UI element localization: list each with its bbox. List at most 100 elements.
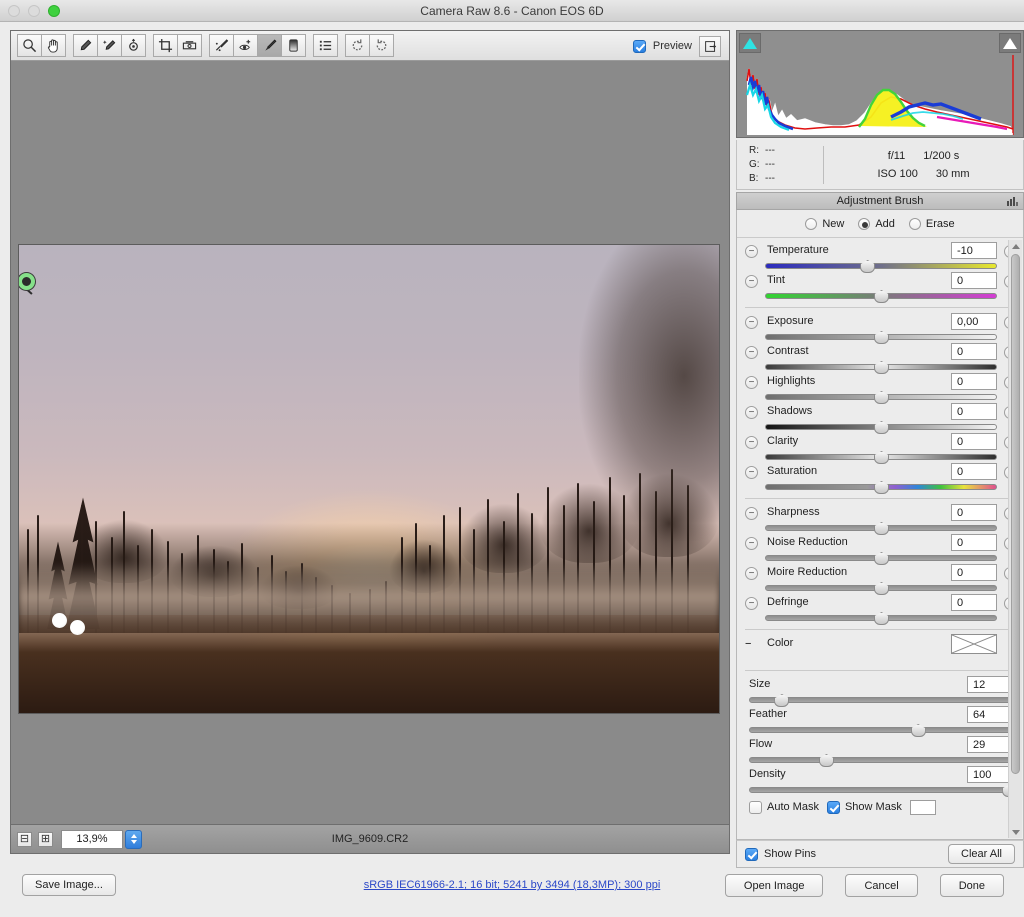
spot-removal-tool-button[interactable] — [209, 34, 234, 57]
show-mask-checkbox[interactable] — [826, 800, 840, 814]
size-track[interactable] — [749, 694, 1013, 707]
tint-track[interactable] — [765, 290, 997, 303]
tool-group-navigation — [17, 34, 66, 57]
scroll-down-arrow-icon[interactable] — [1009, 826, 1022, 838]
contrast-value[interactable]: 0 — [951, 343, 997, 360]
exposure-value[interactable]: 0,00 — [951, 313, 997, 330]
defringe-thumb[interactable] — [874, 612, 889, 625]
defringe-track[interactable] — [765, 612, 997, 625]
tint-thumb[interactable] — [874, 290, 889, 303]
sharpness-decrease-button[interactable]: − — [745, 507, 758, 520]
white-balance-tool-button[interactable] — [73, 34, 98, 57]
flow-value[interactable]: 29 — [967, 736, 1013, 753]
tint-value[interactable]: 0 — [951, 272, 997, 289]
highlights-track[interactable] — [765, 391, 997, 404]
targeted-adjustment-tool-button[interactable] — [121, 34, 146, 57]
straighten-tool-button[interactable] — [177, 34, 202, 57]
panel-scrollbar[interactable] — [1008, 240, 1022, 838]
noise-reduction-value[interactable]: 0 — [951, 534, 997, 551]
brush-mode-new[interactable]: New — [805, 217, 844, 230]
rotate-ccw-tool-button[interactable] — [345, 34, 370, 57]
size-value[interactable]: 12 — [967, 676, 1013, 693]
exposure-decrease-button[interactable]: − — [745, 316, 758, 329]
auto-mask-option[interactable]: Auto Mask — [749, 800, 819, 814]
contrast-decrease-button[interactable]: − — [745, 346, 758, 359]
exif-values: f/11 1/200 s ISO 100 30 mm — [824, 147, 1023, 183]
moire-reduction-track[interactable] — [765, 582, 997, 595]
saturation-decrease-button[interactable]: − — [745, 466, 758, 479]
temperature-decrease-button[interactable]: − — [745, 245, 758, 258]
defringe-decrease-button[interactable]: − — [745, 597, 758, 610]
highlights-decrease-button[interactable]: − — [745, 376, 758, 389]
shadows-value[interactable]: 0 — [951, 403, 997, 420]
clarity-value[interactable]: 0 — [951, 433, 997, 450]
adjustment-brush-pin[interactable] — [19, 273, 35, 290]
flow-track[interactable] — [749, 754, 1013, 767]
show-pins-checkbox[interactable] — [745, 847, 758, 861]
mask-color-swatch[interactable] — [909, 799, 936, 815]
done-button[interactable]: Done — [939, 874, 1004, 897]
highlight-clipping-button[interactable] — [999, 33, 1021, 53]
color-decrease-button[interactable]: − — [745, 638, 751, 650]
clarity-track[interactable] — [765, 451, 997, 464]
shadows-decrease-button[interactable]: − — [745, 406, 758, 419]
radio-new[interactable] — [805, 217, 818, 230]
highlights-value[interactable]: 0 — [951, 373, 997, 390]
camera-raw-window: Camera Raw 8.6 - Canon EOS 6D Preview ⊟ … — [0, 0, 1024, 917]
auto-mask-checkbox[interactable] — [749, 800, 762, 814]
empty-crossed-swatch-icon[interactable] — [951, 634, 997, 654]
hand-tool-button[interactable] — [41, 34, 66, 57]
contrast-track[interactable] — [765, 361, 997, 374]
brush-mode-erase[interactable]: Erase — [908, 217, 955, 230]
show-mask-option[interactable]: Show Mask — [826, 800, 902, 814]
graduated-filter-tool-button[interactable] — [281, 34, 306, 57]
preview-checkbox[interactable] — [632, 39, 646, 53]
density-track[interactable] — [749, 784, 1018, 797]
clear-all-button[interactable]: Clear All — [948, 844, 1015, 864]
density-value[interactable]: 100 — [967, 766, 1013, 783]
feather-value[interactable]: 64 — [967, 706, 1013, 723]
crop-tool-button[interactable] — [153, 34, 178, 57]
slider-moire-reduction: − Moire Reduction 0 + — [737, 564, 1023, 595]
noise-reduction-track[interactable] — [765, 552, 997, 565]
open-image-button[interactable]: Open Image — [724, 874, 824, 897]
cancel-button[interactable]: Cancel — [845, 874, 918, 897]
saturation-value[interactable]: 0 — [951, 463, 997, 480]
temperature-track[interactable] — [765, 260, 997, 273]
temperature-label: Temperature — [767, 244, 829, 256]
tint-decrease-button[interactable]: − — [745, 275, 758, 288]
scrollbar-thumb[interactable] — [1011, 254, 1020, 774]
feather-track[interactable] — [749, 724, 1013, 737]
saturation-track[interactable] — [765, 481, 997, 494]
rotate-cw-tool-button[interactable] — [369, 34, 394, 57]
clarity-decrease-button[interactable]: − — [745, 436, 758, 449]
radio-add[interactable] — [858, 217, 871, 230]
shadow-clipping-button[interactable] — [739, 33, 761, 53]
raw-photo-preview[interactable] — [18, 244, 720, 714]
exposure-track[interactable] — [765, 331, 997, 344]
panel-menu-icon[interactable] — [1007, 197, 1018, 206]
temperature-value[interactable]: -10 — [951, 242, 997, 259]
sharpness-track[interactable] — [765, 522, 997, 535]
defringe-value[interactable]: 0 — [951, 594, 997, 611]
sharpness-value[interactable]: 0 — [951, 504, 997, 521]
moire-reduction-value[interactable]: 0 — [951, 564, 997, 581]
show-pins-option[interactable]: Show Pins — [745, 847, 816, 861]
adjustment-brush-tool-button[interactable] — [257, 34, 282, 57]
scroll-up-arrow-icon[interactable] — [1009, 240, 1022, 252]
shadows-track[interactable] — [765, 421, 997, 434]
image-canvas[interactable] — [11, 61, 729, 824]
color-sampler-tool-button[interactable] — [97, 34, 122, 57]
saturation-thumb[interactable] — [874, 481, 889, 494]
presets-tool-button[interactable] — [313, 34, 338, 57]
noise-reduction-decrease-button[interactable]: − — [745, 537, 758, 550]
radio-erase[interactable] — [908, 217, 921, 230]
brush-mode-add[interactable]: Add — [858, 217, 895, 230]
tool-group-retouch — [209, 34, 306, 57]
fullscreen-toggle-button[interactable] — [699, 35, 721, 57]
moire-reduction-decrease-button[interactable]: − — [745, 567, 758, 580]
mask-options-row: Auto Mask Show Mask — [737, 796, 1023, 818]
zoom-tool-button[interactable] — [17, 34, 42, 57]
dialog-buttons: Open Image Cancel Done — [724, 874, 1004, 897]
red-eye-removal-tool-button[interactable] — [233, 34, 258, 57]
